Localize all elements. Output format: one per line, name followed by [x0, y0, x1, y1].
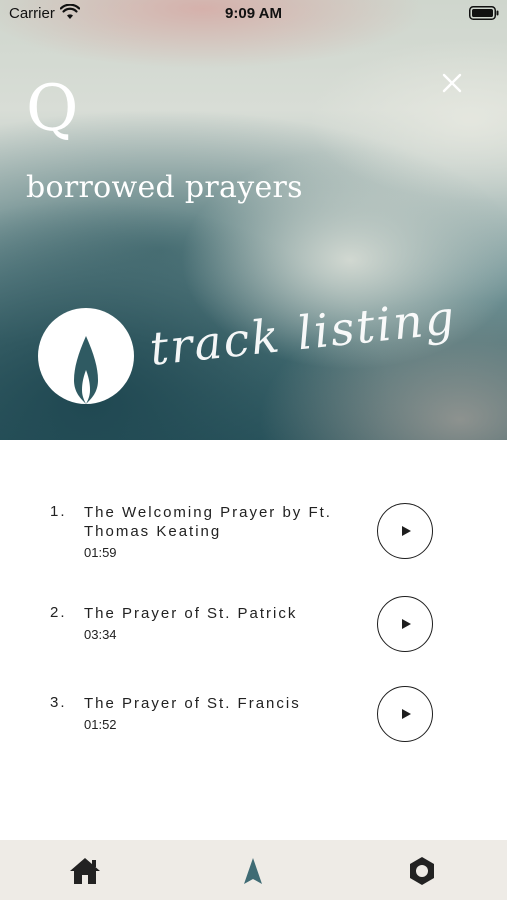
track-title: The Welcoming Prayer by Ft. Thomas Keati…: [84, 504, 332, 540]
track-number: 2.: [50, 604, 67, 621]
track-title: The Prayer of St. Francis: [84, 695, 301, 712]
home-icon: [70, 858, 100, 884]
track-list: 1. The Welcoming Prayer by Ft. Thomas Ke…: [0, 440, 507, 840]
close-icon: [442, 73, 462, 93]
page-title: borrowed prayers: [26, 170, 303, 205]
play-button[interactable]: [377, 686, 433, 742]
header-hero: Carrier 9:09 AM Q borrowed prayers track…: [0, 0, 507, 440]
tab-home[interactable]: [68, 854, 102, 888]
play-button[interactable]: [377, 503, 433, 559]
candle-flame-icon: [74, 336, 98, 404]
settings-icon: [410, 857, 434, 885]
tab-settings[interactable]: [405, 854, 439, 888]
track-title: The Prayer of St. Patrick: [84, 605, 298, 622]
play-button[interactable]: [377, 596, 433, 652]
track-number: 1.: [50, 503, 67, 520]
play-icon: [402, 526, 411, 536]
track-duration: 01:59: [84, 545, 117, 560]
status-bar: Carrier 9:09 AM: [0, 0, 507, 28]
battery-icon: [469, 6, 499, 20]
tab-prayers[interactable]: [236, 854, 270, 888]
track-duration: 01:52: [84, 717, 117, 732]
track-duration: 03:34: [84, 627, 117, 642]
flame-icon: [244, 858, 262, 884]
play-icon: [402, 619, 411, 629]
brand-logo: Q: [26, 72, 79, 146]
flame-badge: [38, 308, 134, 404]
status-time: 9:09 AM: [225, 5, 282, 22]
track-number: 3.: [50, 694, 67, 711]
tab-bar: [0, 840, 507, 900]
play-icon: [402, 709, 411, 719]
close-button[interactable]: [437, 68, 467, 98]
